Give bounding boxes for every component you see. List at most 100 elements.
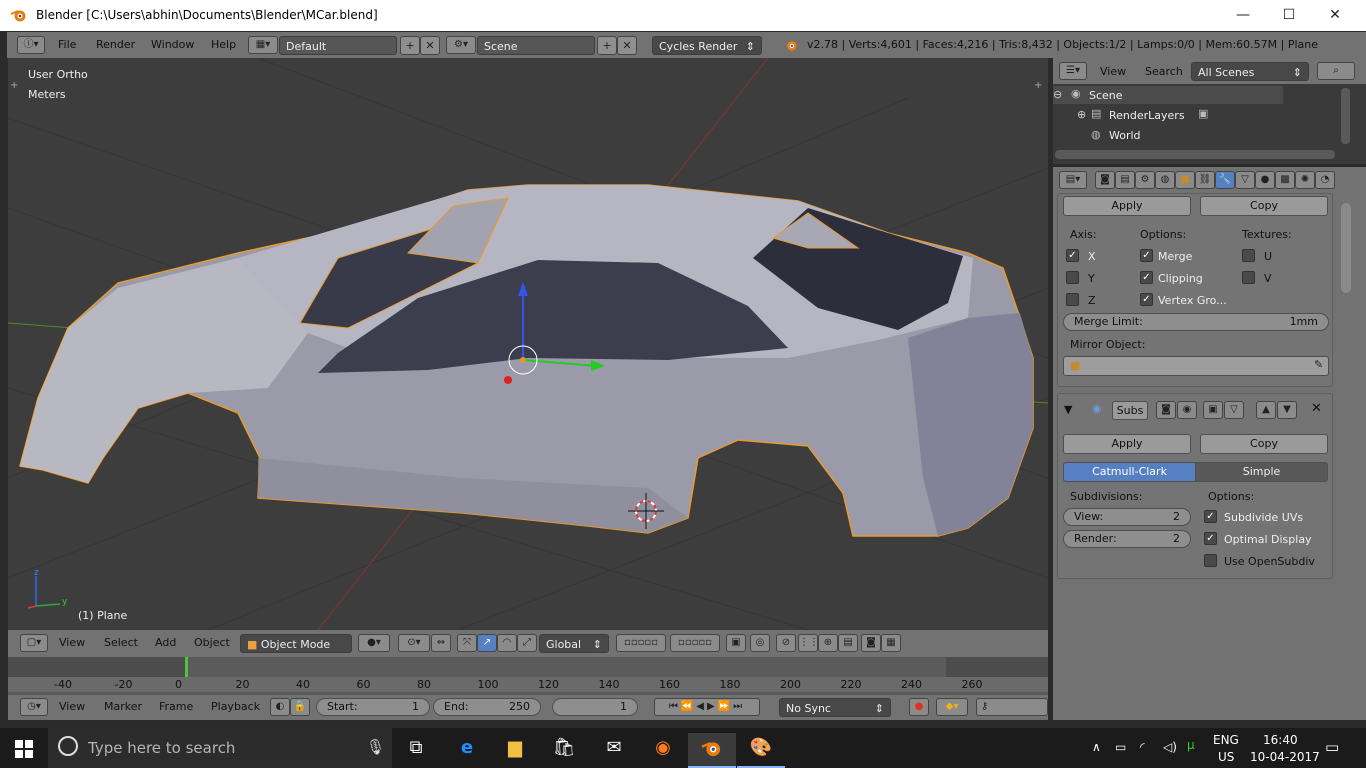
vertex-groups-checkbox[interactable]: ✓ [1140,293,1153,306]
tool-shelf-toggle-icon[interactable]: + [10,80,18,91]
modifiers-tab-icon[interactable]: 🔧 [1215,171,1235,189]
render-levels-field[interactable]: Render: 2 [1063,530,1191,548]
sync-select[interactable]: No Sync ⇕ [779,698,891,717]
add-scene-button[interactable]: + [597,36,617,55]
paint-icon[interactable]: 🎨 [737,733,785,768]
scale-manipulator-icon[interactable]: ⤢ [517,634,537,652]
move-manipulator-icon[interactable]: ↗ [477,634,497,652]
subsurf-name-field[interactable]: Subs [1112,401,1148,420]
view-levels-field[interactable]: View: 2 [1063,508,1191,526]
collapse-icon[interactable]: ⊖ [1053,88,1062,101]
edge-icon[interactable]: e [443,733,491,768]
manipulator-toggle-icon[interactable]: ⇔ [431,634,451,652]
firefox-icon[interactable]: ◉ [639,733,687,768]
subsurf-apply-button[interactable]: Apply [1063,434,1191,454]
texture-u-checkbox[interactable] [1242,249,1255,262]
layers-grid-icon[interactable]: ▫▫▫▫▫ [670,634,720,652]
remove-layout-button[interactable]: ✕ [420,36,440,55]
render-engine-select[interactable]: Cycles Render ⇕ [652,36,762,55]
file-explorer-icon[interactable]: ▆ [491,733,539,768]
menu-help[interactable]: Help [211,38,236,51]
scene-icon[interactable]: ⚙▾ [446,36,476,54]
menu-window[interactable]: Window [151,38,194,51]
layer-lock-icon[interactable]: ▣ [726,634,746,652]
physics-tab-icon[interactable]: ◔ [1315,171,1335,189]
screen-layout-icon[interactable]: ▦▾ [248,36,278,54]
minimize-button[interactable]: — [1220,0,1266,31]
current-frame-indicator[interactable] [185,657,188,679]
layout-field[interactable]: Default [279,36,397,55]
render-tab-icon[interactable]: ◙ [1095,171,1115,189]
microphone-icon[interactable]: 🎙 [366,738,385,756]
eyedropper-icon[interactable]: ✎ [1314,358,1323,371]
outliner[interactable]: ⊖ ◉ Scene ⊕ ▤ RenderLayers ▣ ◍ World [1053,84,1366,164]
rotate-manipulator-icon[interactable]: ◠ [497,634,517,652]
volume-icon[interactable]: ◁) [1163,740,1177,754]
timeline-editor-type-icon[interactable]: ◷▾ [20,698,48,716]
outliner-editor-type-icon[interactable]: ☰▾ [1059,62,1087,80]
shading-select-icon[interactable]: ●▾ [358,634,390,652]
vp-menu-view[interactable]: View [59,636,85,649]
merge-limit-field[interactable]: Merge Limit: 1mm [1063,313,1329,331]
info-editor-type-icon[interactable]: ⓘ▾ [17,36,45,54]
clock-time[interactable]: 16:40 [1263,733,1298,747]
vp-menu-object[interactable]: Object [194,636,230,649]
particles-tab-icon[interactable]: ✺ [1295,171,1315,189]
optimal-display-checkbox[interactable]: ✓ [1204,532,1217,545]
mail-icon[interactable]: ✉ [590,733,638,768]
vp-menu-add[interactable]: Add [155,636,176,649]
keyframe-type-icon[interactable]: ⚷ [976,698,1048,716]
move-down-icon[interactable]: ▼ [1277,401,1297,419]
catmull-clark-tab[interactable]: Catmull-Clark [1063,462,1196,482]
wifi-icon[interactable]: ◜ [1140,740,1145,754]
lock-icon[interactable]: 🔒 [290,698,310,716]
snap-toggle-icon[interactable]: ⊘ [776,634,796,652]
menu-render[interactable]: Render [96,38,135,51]
simple-tab[interactable]: Simple [1195,462,1328,482]
outliner-item-scene[interactable]: Scene [1089,89,1123,102]
outliner-h-scrollbar[interactable] [1055,150,1335,159]
merge-checkbox[interactable]: ✓ [1140,249,1153,262]
expand-icon[interactable]: ⊕ [1077,108,1086,121]
editmode-visibility-icon[interactable]: ▣ [1203,401,1223,419]
translate-icon[interactable]: ⤧ [457,634,477,652]
start-frame-field[interactable]: Start: 1 [316,698,430,716]
record-icon[interactable]: ● [909,698,929,716]
outliner-item-renderlayers[interactable]: RenderLayers [1109,109,1185,122]
battery-icon[interactable]: ▭ [1115,740,1126,754]
texture-tab-icon[interactable]: ▩ [1275,171,1295,189]
editor-type-icon[interactable]: ▢▾ [20,634,48,652]
mirror-apply-button[interactable]: Apply [1063,196,1191,216]
axis-y-checkbox[interactable] [1066,271,1079,284]
remove-scene-button[interactable]: ✕ [617,36,637,55]
mode-select[interactable]: ■ Object Mode [240,634,352,653]
opengl-anim-icon[interactable]: ▦ [881,634,901,652]
current-frame-field[interactable]: 1 [552,698,638,716]
clock-date[interactable]: 10-04-2017 [1250,750,1320,764]
viewport-visibility-icon[interactable]: ◉ [1177,401,1197,419]
tl-menu-frame[interactable]: Frame [159,700,193,713]
properties-scrollbar[interactable] [1341,203,1351,293]
start-button[interactable] [0,733,48,768]
tl-menu-view[interactable]: View [59,700,85,713]
3d-viewport[interactable]: z y User Ortho Meters (1) Plane + + [8,58,1048,630]
collapse-triangle-icon[interactable]: ▼ [1064,403,1072,416]
proportional-edit-icon[interactable]: ◎ [750,634,770,652]
menu-file[interactable]: File [58,38,76,51]
remove-modifier-icon[interactable]: ✕ [1311,401,1322,416]
object-tab-icon[interactable]: ■ [1175,171,1195,189]
render-layers-tab-icon[interactable]: ▤ [1115,171,1135,189]
scene-tab-icon[interactable]: ⚙ [1135,171,1155,189]
tl-menu-marker[interactable]: Marker [104,700,142,713]
world-tab-icon[interactable]: ◍ [1155,171,1175,189]
pivot-select-icon[interactable]: ⊙▾ [398,634,430,652]
outliner-menu-view[interactable]: View [1100,65,1126,78]
store-icon[interactable]: 🛍 [540,733,588,768]
playback-controls-icon[interactable]: ⏮⏪◀▶⏩⏭ [654,698,760,716]
properties-shelf-toggle-icon[interactable]: + [1034,80,1042,91]
end-frame-field[interactable]: End: 250 [433,698,541,716]
data-tab-icon[interactable]: ▽ [1235,171,1255,189]
subdivide-uvs-checkbox[interactable]: ✓ [1204,510,1217,523]
keying-set-icon[interactable]: ◆▾ [936,698,968,716]
subsurf-copy-button[interactable]: Copy [1200,434,1328,454]
